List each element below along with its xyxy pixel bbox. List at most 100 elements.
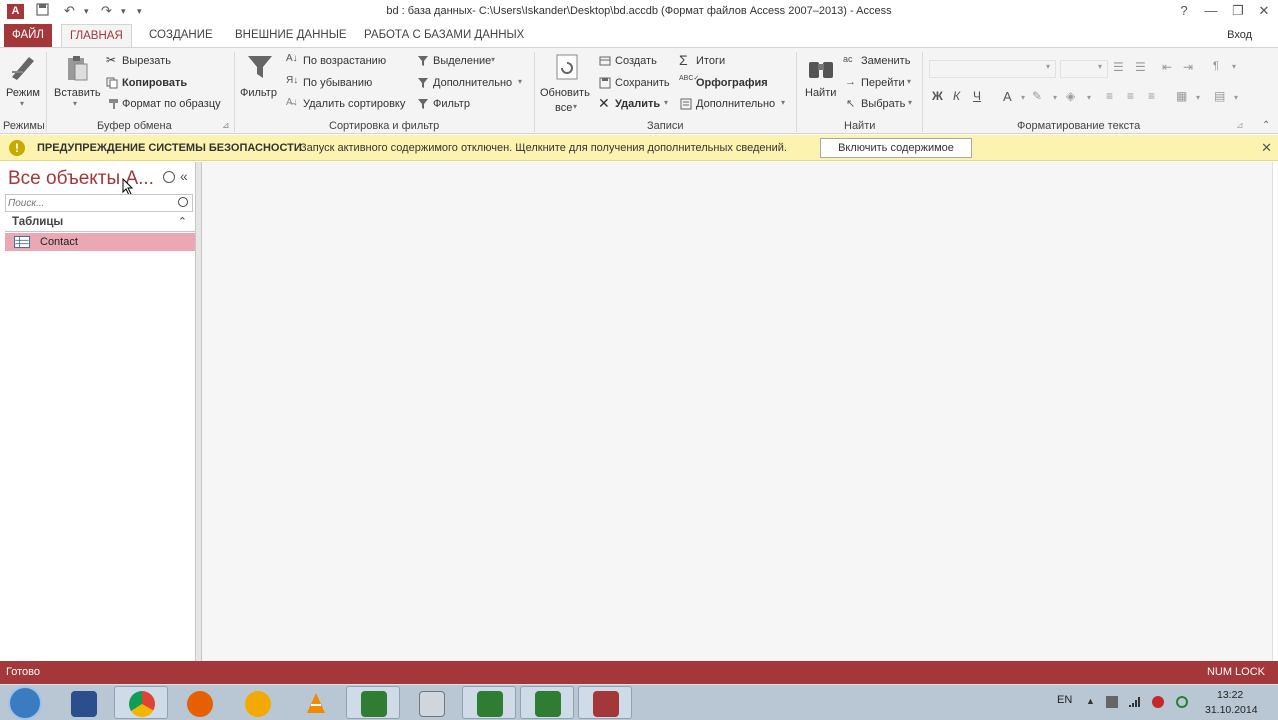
fill-color-icon[interactable]: ◈	[1066, 89, 1075, 103]
remove-sort-button[interactable]: Удалить сортировку	[303, 98, 405, 110]
search-icon[interactable]	[178, 197, 188, 207]
taskbar-app-floppy[interactable]	[56, 686, 110, 719]
view-mode-dropdown-icon[interactable]: ▾	[20, 99, 24, 108]
underline-button[interactable]: Ч	[973, 89, 981, 103]
tab-home[interactable]: ГЛАВНАЯ	[61, 24, 132, 48]
bold-button[interactable]: Ж	[932, 89, 943, 103]
numbering-icon[interactable]: ☰	[1135, 60, 1146, 74]
advanced-dropdown-icon[interactable]: ▾	[518, 77, 522, 86]
align-right-icon[interactable]: ≡	[1148, 89, 1155, 103]
more-records-button[interactable]: Дополнительно	[696, 98, 775, 110]
nav-menu-icon[interactable]	[163, 171, 175, 183]
highlight-dropdown-icon[interactable]: ▾	[1053, 93, 1057, 102]
minimize-button[interactable]: —	[1199, 3, 1223, 18]
gridlines-dropdown-icon[interactable]: ▾	[1196, 93, 1200, 102]
delete-dropdown-icon[interactable]: ▾	[664, 98, 668, 107]
tab-external-data[interactable]: ВНЕШНИЕ ДАННЫЕ	[227, 24, 355, 47]
font-color-dropdown-icon[interactable]: ▾	[1021, 93, 1025, 102]
start-button[interactable]	[8, 686, 42, 720]
sort-ascending-button[interactable]: По возрастанию	[303, 55, 386, 67]
restore-button[interactable]: ❐	[1226, 3, 1250, 19]
format-painter-button[interactable]: Формат по образцу	[122, 98, 221, 110]
cut-button[interactable]: Вырезать	[122, 55, 171, 67]
paragraph-direction-icon[interactable]: ¶	[1213, 60, 1219, 72]
italic-button[interactable]: К	[953, 89, 960, 103]
tray-expand-icon[interactable]: ▲	[1086, 696, 1098, 708]
font-name-dropdown-icon[interactable]: ▾	[1046, 62, 1050, 71]
clock-date[interactable]: 31.10.2014	[1205, 704, 1258, 716]
taskbar-app-camtasia[interactable]	[346, 686, 400, 719]
view-mode-button[interactable]: Режим	[6, 87, 40, 99]
refresh-all-button-line2[interactable]: все	[555, 102, 572, 114]
binoculars-icon[interactable]	[806, 54, 836, 84]
taskbar-app-aimp[interactable]	[230, 686, 284, 719]
gridlines-icon[interactable]: ▦	[1176, 89, 1187, 103]
replace-button[interactable]: Заменить	[861, 55, 910, 67]
increase-indent-icon[interactable]: ⇥	[1183, 60, 1193, 74]
find-button[interactable]: Найти	[805, 87, 836, 99]
alternate-row-dropdown-icon[interactable]: ▾	[1234, 93, 1238, 102]
bullets-icon[interactable]: ☰	[1113, 60, 1124, 74]
signal-icon[interactable]	[1129, 696, 1141, 708]
align-left-icon[interactable]: ≡	[1106, 89, 1113, 103]
save-record-button[interactable]: Сохранить	[615, 77, 670, 89]
view-mode-icon[interactable]	[9, 52, 39, 82]
collapse-nav-icon[interactable]: «	[180, 168, 188, 184]
font-name-select[interactable]	[929, 60, 1056, 78]
clipboard-launcher-icon[interactable]: ⊿	[222, 120, 230, 131]
sort-descending-button[interactable]: По убыванию	[303, 77, 372, 89]
decrease-indent-icon[interactable]: ⇤	[1162, 60, 1172, 74]
select-dropdown-icon[interactable]: ▾	[908, 98, 912, 107]
chevron-up-icon[interactable]: ⌃	[178, 215, 187, 228]
taskbar-app-chrome[interactable]	[114, 686, 168, 719]
nav-item-contact[interactable]: Contact	[5, 233, 195, 251]
totals-button[interactable]: Итоги	[696, 55, 725, 67]
taskbar-app-csharp[interactable]	[462, 686, 516, 719]
selection-dropdown-icon[interactable]: ▾	[491, 55, 495, 64]
nav-group-tables[interactable]: Таблицы ⌃	[5, 214, 195, 232]
paragraph-dropdown-icon[interactable]: ▾	[1232, 62, 1236, 71]
security-warning-bar[interactable]: ! ПРЕДУПРЕЖДЕНИЕ СИСТЕМЫ БЕЗОПАСНОСТИ За…	[0, 135, 1278, 161]
refresh-all-button[interactable]: Обновить	[540, 87, 590, 99]
filter-button[interactable]: Фильтр	[240, 87, 277, 99]
more-records-dropdown-icon[interactable]: ▾	[781, 98, 785, 107]
taskbar-app-access[interactable]	[578, 686, 632, 719]
text-format-launcher-icon[interactable]: ⊿	[1236, 120, 1244, 131]
tab-file[interactable]: ФАЙЛ	[4, 24, 52, 47]
delete-record-button[interactable]: Удалить	[615, 98, 660, 110]
taskbar-app-calculator[interactable]	[404, 686, 458, 719]
taskbar-app-camtasia-recorder[interactable]	[520, 686, 574, 719]
collapse-ribbon-icon[interactable]: ⌃	[1262, 120, 1270, 131]
font-color-button[interactable]: A	[1003, 89, 1012, 104]
goto-dropdown-icon[interactable]: ▾	[907, 77, 911, 86]
taskbar-app-vlc[interactable]	[288, 686, 342, 719]
refresh-all-icon[interactable]	[552, 52, 582, 82]
network-adapter-icon[interactable]	[1106, 696, 1118, 708]
update-tray-icon[interactable]	[1176, 696, 1188, 708]
enable-content-button[interactable]: Включить содержимое	[820, 138, 972, 158]
paste-button[interactable]: Вставить	[54, 87, 101, 99]
help-button[interactable]: ?	[1172, 3, 1196, 18]
selection-button[interactable]: Выделение	[433, 55, 491, 67]
taskbar-app-firefox[interactable]	[172, 686, 226, 719]
new-record-button[interactable]: Создать	[615, 55, 657, 67]
highlight-icon[interactable]: ✎	[1032, 89, 1042, 103]
goto-button[interactable]: Перейти	[861, 77, 905, 89]
toggle-filter-button[interactable]: Фильтр	[433, 98, 470, 110]
advanced-filter-button[interactable]: Дополнительно	[433, 77, 512, 89]
security-warning-message[interactable]: Запуск активного содержимого отключен. Щ…	[300, 142, 787, 154]
refresh-dropdown-icon[interactable]: ▾	[573, 102, 577, 111]
clock-time[interactable]: 13:22	[1217, 689, 1243, 701]
close-warning-icon[interactable]: ✕	[1261, 140, 1272, 156]
spelling-button[interactable]: Орфография	[696, 77, 768, 89]
tab-create[interactable]: СОЗДАНИЕ	[141, 24, 221, 47]
alternate-row-color-icon[interactable]: ▤	[1214, 89, 1225, 103]
select-button[interactable]: Выбрать	[861, 98, 905, 110]
keyboard-language[interactable]: EN	[1057, 694, 1072, 706]
filter-icon[interactable]	[245, 52, 275, 82]
tab-database-tools[interactable]: РАБОТА С БАЗАМИ ДАННЫХ	[356, 24, 532, 47]
security-tray-icon[interactable]	[1152, 696, 1164, 708]
fill-color-dropdown-icon[interactable]: ▾	[1087, 93, 1091, 102]
align-center-icon[interactable]: ≡	[1127, 89, 1134, 103]
copy-button[interactable]: Копировать	[122, 77, 187, 89]
